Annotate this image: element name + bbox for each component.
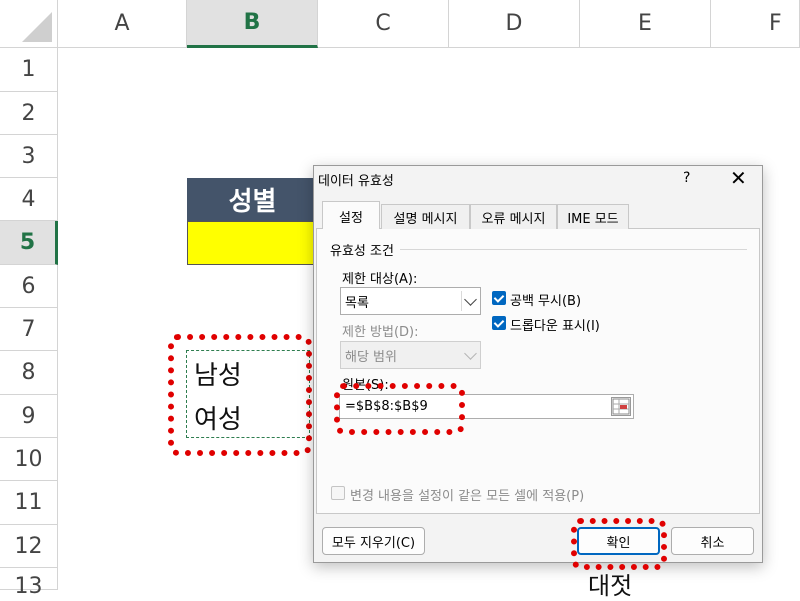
row-header-11[interactable]: 11 (0, 481, 58, 525)
column-header-a[interactable]: A (58, 0, 187, 48)
close-icon[interactable]: ✕ (730, 166, 747, 190)
annotation-text: 대젓 (588, 572, 633, 600)
allow-select[interactable]: 목록 (340, 287, 481, 315)
source-range-highlight (168, 334, 312, 456)
apply-all-checkbox[interactable] (331, 486, 345, 500)
ignore-blank-checkbox[interactable] (492, 291, 506, 305)
row-header-1[interactable]: 1 (0, 48, 58, 92)
group-divider (400, 249, 747, 250)
row-header-9[interactable]: 9 (0, 395, 58, 438)
checkmark-icon (493, 316, 505, 328)
source-input-highlight (334, 383, 465, 435)
allow-label: 제한 대상(A): (342, 272, 418, 287)
range-picker-button[interactable] (611, 397, 631, 416)
tab-ime-mode[interactable]: IME 모드 (557, 204, 629, 229)
chevron-down-icon (464, 293, 477, 306)
column-header-c[interactable]: C (318, 0, 449, 48)
row-header-10[interactable]: 10 (0, 438, 58, 481)
cell-b4-header[interactable]: 성별 (187, 178, 318, 221)
column-header-b[interactable]: B (187, 0, 318, 48)
validation-criteria-label: 유효성 조건 (330, 244, 394, 259)
clear-all-button[interactable]: 모두 지우기(C) (322, 527, 425, 555)
row-header-3[interactable]: 3 (0, 135, 58, 178)
column-header-d[interactable]: D (449, 0, 580, 48)
row-header-2[interactable]: 2 (0, 92, 58, 135)
row-header-12[interactable]: 12 (0, 525, 58, 568)
data-select-value: 해당 범위 (345, 349, 397, 365)
select-all-triangle-icon (22, 12, 52, 42)
tab-input-message[interactable]: 설명 메시지 (381, 204, 470, 229)
range-select-icon (612, 398, 630, 415)
combo-separator (461, 291, 462, 311)
row-header-13[interactable]: 13 (0, 568, 58, 599)
column-header-e[interactable]: E (580, 0, 711, 48)
row-header-6[interactable]: 6 (0, 265, 58, 308)
data-label: 제한 방법(D): (342, 325, 419, 340)
chevron-down-icon (464, 347, 477, 360)
dialog-title: 데이터 유효성 (318, 174, 394, 189)
ok-button-highlight (571, 518, 667, 570)
cell-b5-selected[interactable] (187, 221, 318, 265)
in-cell-dropdown-checkbox[interactable] (492, 316, 506, 330)
cancel-button[interactable]: 취소 (671, 527, 754, 555)
help-button[interactable]: ? (683, 170, 690, 186)
tab-error-alert[interactable]: 오류 메시지 (470, 204, 557, 229)
column-header-f[interactable]: F (711, 0, 800, 48)
data-select[interactable]: 해당 범위 (340, 341, 481, 369)
row-header-5[interactable]: 5 (0, 221, 58, 265)
row-header-7[interactable]: 7 (0, 308, 58, 351)
ignore-blank-label[interactable]: 공백 무시(B) (510, 290, 581, 309)
row-header-4[interactable]: 4 (0, 178, 58, 221)
row-header-8[interactable]: 8 (0, 351, 58, 395)
allow-select-value: 목록 (345, 295, 369, 311)
tab-settings[interactable]: 설정 (322, 201, 380, 230)
checkmark-icon (493, 291, 505, 303)
apply-all-label: 변경 내용을 설정이 같은 모든 셀에 적용(P) (350, 489, 585, 504)
in-cell-dropdown-label[interactable]: 드롭다운 표시(I) (510, 315, 600, 334)
